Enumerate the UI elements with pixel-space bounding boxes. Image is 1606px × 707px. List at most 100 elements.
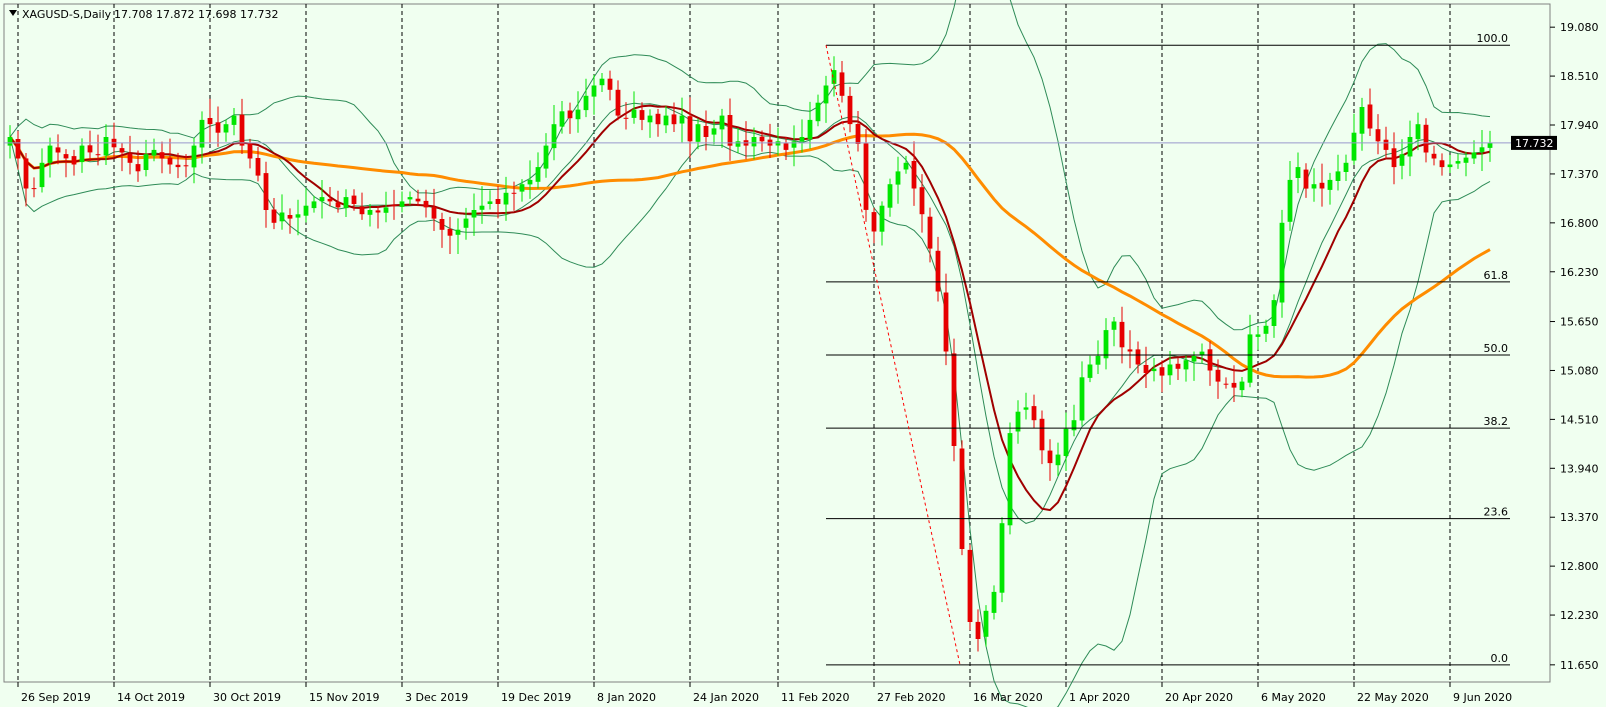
price-tick-label: 18.510 <box>1560 70 1599 83</box>
candle-body <box>655 113 661 125</box>
candle-body <box>575 109 581 120</box>
time-tick-label: 14 Oct 2019 <box>117 691 185 704</box>
candle-body <box>1215 369 1221 382</box>
candle-body <box>591 85 597 97</box>
candle-body <box>1303 169 1309 189</box>
candle-body <box>167 157 173 165</box>
candle-body <box>1175 363 1181 369</box>
candle-body <box>711 128 717 135</box>
candle-body <box>1031 406 1037 421</box>
candle-body <box>1079 377 1085 421</box>
candle-body <box>807 119 813 140</box>
candle-body <box>1367 104 1373 129</box>
candle-body <box>735 141 741 147</box>
price-tick-label: 15.080 <box>1560 364 1599 377</box>
candle-body <box>471 210 477 218</box>
fib-level-label: 0.0 <box>1491 652 1509 665</box>
candle-body <box>447 228 453 236</box>
candle-body <box>7 137 13 146</box>
candle-body <box>1063 428 1069 456</box>
candle-body <box>519 184 525 192</box>
candle-body <box>1207 349 1213 371</box>
time-tick-label: 26 Sep 2019 <box>21 691 91 704</box>
candle-body <box>639 110 645 120</box>
candle-body <box>95 154 101 156</box>
candle-body <box>271 209 277 223</box>
candle-body <box>871 212 877 232</box>
candle-body <box>1039 418 1045 451</box>
fib-level-label: 100.0 <box>1477 32 1509 45</box>
candle-body <box>367 210 373 215</box>
price-tick-label: 16.800 <box>1560 217 1599 230</box>
candle-body <box>1423 124 1429 153</box>
time-tick-label: 15 Nov 2019 <box>309 691 379 704</box>
candle-body <box>103 137 109 156</box>
time-tick-label: 3 Dec 2019 <box>405 691 468 704</box>
candle-body <box>47 145 53 163</box>
candle-body <box>319 197 325 202</box>
candle-body <box>751 137 757 147</box>
candle-body <box>1463 157 1469 163</box>
candle-body <box>175 164 181 168</box>
price-tick-label: 12.800 <box>1560 560 1599 573</box>
candle-body <box>1479 147 1485 152</box>
candle-body <box>1295 167 1301 178</box>
candle-body <box>1359 107 1365 134</box>
time-tick-label: 16 Mar 2020 <box>973 691 1043 704</box>
candle-body <box>263 173 269 210</box>
candle-body <box>903 162 909 170</box>
candle-body <box>535 167 541 182</box>
price-chart[interactable]: 100.0 61.8 50.0 38.2 23.6 0.0 19.080 18.510 17.… <box>0 0 1606 707</box>
candle-body <box>775 141 781 146</box>
candle-body <box>303 205 309 216</box>
candle-body <box>967 549 973 622</box>
current-price-label: 17.732 <box>1515 137 1554 150</box>
candle-body <box>359 206 365 215</box>
candle-body <box>543 145 549 169</box>
candle-body <box>15 139 21 159</box>
candle-body <box>71 156 77 165</box>
candle-body <box>727 115 733 146</box>
candle-body <box>375 210 381 213</box>
candle-body <box>215 122 221 133</box>
price-tick-label: 13.370 <box>1560 511 1599 524</box>
candle-body <box>1095 355 1101 365</box>
candle-body <box>583 95 589 111</box>
candle-body <box>127 153 133 163</box>
time-tick-label: 27 Feb 2020 <box>877 691 945 704</box>
candle-body <box>455 229 461 235</box>
candle-body <box>895 171 901 185</box>
time-tick-label: 9 Jun 2020 <box>1453 691 1512 704</box>
candle-body <box>1391 148 1397 168</box>
candle-body <box>959 448 965 549</box>
time-tick-label: 24 Jan 2020 <box>693 691 759 704</box>
candle-body <box>1255 334 1261 337</box>
candle-body <box>679 115 685 124</box>
candle-body <box>1135 349 1141 365</box>
time-tick-label: 20 Apr 2020 <box>1165 691 1233 704</box>
candle-body <box>887 184 893 208</box>
candle-body <box>1223 383 1229 385</box>
candle-body <box>503 192 509 205</box>
candle-body <box>847 95 853 125</box>
candle-body <box>1487 142 1493 148</box>
candle-body <box>1439 160 1445 168</box>
candle-body <box>191 145 197 168</box>
candle-body <box>1247 334 1253 383</box>
fib-level-label: 23.6 <box>1484 506 1509 519</box>
price-tick-label: 19.080 <box>1560 21 1599 34</box>
candle-body <box>1239 381 1245 391</box>
price-tick-label: 12.230 <box>1560 609 1599 622</box>
candle-body <box>951 353 957 446</box>
candle-body <box>1191 355 1197 362</box>
candle-body <box>719 115 725 130</box>
candle-body <box>1343 162 1349 172</box>
candle-body <box>479 205 485 210</box>
candle-body <box>279 212 285 222</box>
candle-body <box>1023 407 1029 410</box>
candle-body <box>1159 367 1165 376</box>
candle-body <box>1167 364 1173 376</box>
candle-body <box>391 205 397 207</box>
candle-body <box>935 250 941 292</box>
candle-body <box>55 147 61 153</box>
